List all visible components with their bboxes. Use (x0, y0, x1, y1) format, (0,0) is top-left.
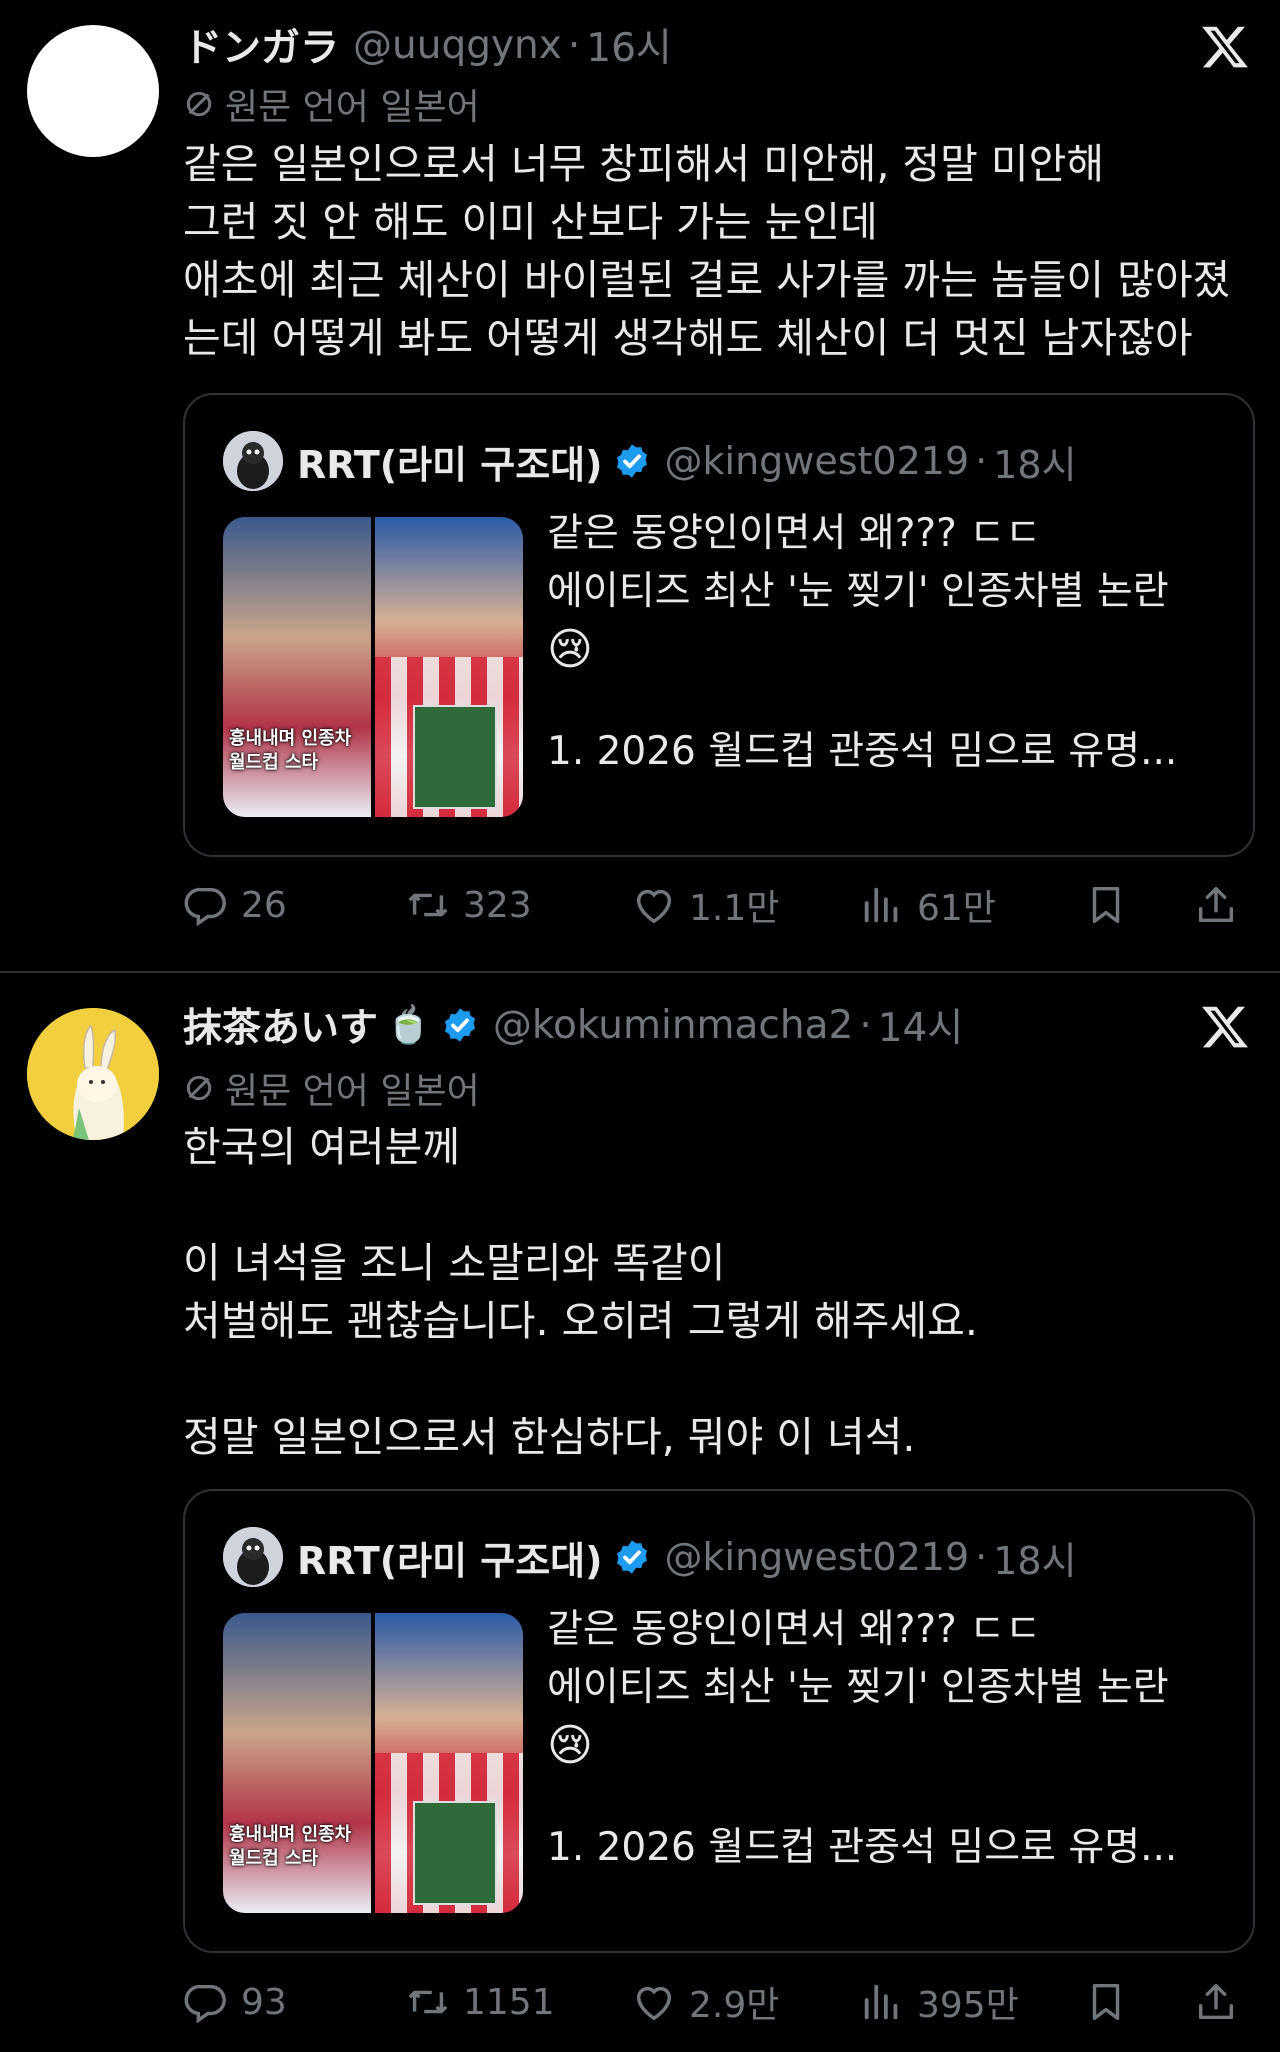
translation-label: 원문 언어 일본어 (225, 1071, 480, 1112)
quote-text-line: 에이티즈 최산 '눈 찢기' 인종차별 논란 (547, 1665, 1169, 1710)
translation-notice[interactable]: 원문 언어 일본어 (183, 1066, 480, 1112)
tweet-header: 抹茶あいす 🍵 @kokuminmacha2 · 14시 (183, 997, 964, 1053)
quote-avatar[interactable] (223, 1527, 283, 1587)
share-button[interactable] (1193, 1972, 1239, 2032)
separator: · (975, 1535, 988, 1579)
retweet-button[interactable]: 1151 (405, 1972, 555, 2032)
thumbnail-caption: 흉내내며 인종차 월드컵 스타 (229, 1823, 369, 1871)
tweet-text: 한국의 여러분께 이 녀석을 조니 소말리와 똑같이 처벌해도 괜찮습니다. 오… (183, 1118, 1253, 1466)
tweet-text-line: 정말 일본인으로서 한심하다, 뭐야 이 녀석. (183, 1413, 916, 1461)
tweet[interactable]: 抹茶あいす 🍵 @kokuminmacha2 · 14시 원문 언어 일본어 한… (0, 0, 1280, 2052)
thumbnail-caption-line: 흉내내며 인종차 (229, 1824, 352, 1845)
quote-text: 같은 동양인이면서 왜??? ㄷㄷ 에이티즈 최산 '눈 찢기' 인종차별 논란… (547, 1601, 1227, 1870)
like-button[interactable]: 2.9만 (631, 1972, 779, 2032)
like-icon (636, 1986, 672, 2021)
separator: · (859, 1002, 872, 1048)
quote-text-line: 같은 동양인이면서 왜??? ㄷㄷ (547, 1607, 1041, 1652)
view-count: 395만 (917, 1985, 1019, 2026)
retweet-icon (408, 1990, 448, 2014)
avatar[interactable] (27, 1008, 159, 1140)
reply-button[interactable]: 93 (183, 1972, 287, 2032)
verified-icon (444, 1008, 475, 1042)
quote-summary: 1. 2026 월드컵 관중석 밈으로 유명... (547, 1825, 1178, 1870)
matcha-tea-emoji: 🍵 (386, 1005, 431, 1046)
quoted-tweet[interactable]: RRT(라미 구조대) @kingwest0219 · 18시 흉내내며 인종차… (183, 1489, 1255, 1953)
quote-thumbnail[interactable]: 흉내내며 인종차 월드컵 스타 (223, 1613, 523, 1913)
tweet-text-line: 처벌해도 괜찮습니다. 오히려 그렇게 해주세요. (183, 1297, 978, 1345)
quote-author-handle[interactable]: @kingwest0219 (665, 1535, 970, 1579)
like-count: 2.9만 (689, 1985, 780, 2026)
author-name[interactable]: 抹茶あいす (183, 997, 378, 1053)
thumbnail-inset-photo (413, 1801, 497, 1905)
tweet-text-blank-line (183, 1176, 1253, 1234)
views-button[interactable]: 395만 (859, 1972, 1019, 2032)
action-bar: 93 1151 2.9만 395만 (183, 1972, 1253, 2032)
tweet-text-line: 이 녀석을 조니 소말리와 똑같이 (183, 1239, 726, 1287)
reply-count: 93 (241, 1981, 287, 2023)
verified-icon (616, 1540, 647, 1574)
translate-icon (186, 1075, 212, 1101)
tweet-text-blank-line (183, 1350, 1253, 1408)
retweet-count: 1151 (463, 1981, 555, 2023)
avatar-image (27, 1008, 159, 1140)
quote-header: RRT(라미 구조대) @kingwest0219 · 18시 (297, 1529, 1077, 1585)
bookmark-button[interactable] (1083, 1972, 1129, 2032)
bookmark-icon (1092, 1983, 1120, 2021)
thumbnail-caption-line: 월드컵 스타 (229, 1848, 319, 1869)
reply-icon (184, 1984, 226, 2024)
quote-avatar-image (223, 1527, 283, 1587)
author-handle[interactable]: @kokuminmacha2 (493, 1003, 853, 1048)
crying-face-emoji: 😢 (547, 1720, 593, 1771)
timestamp[interactable]: 14시 (878, 997, 964, 1053)
views-icon (864, 1984, 898, 2020)
quote-timestamp[interactable]: 18시 (993, 1530, 1076, 1585)
quote-author-name[interactable]: RRT(라미 구조대) (297, 1530, 603, 1585)
tweet-text-line: 한국의 여러분께 (183, 1123, 461, 1171)
x-logo-icon (1202, 1006, 1248, 1048)
share-icon (1198, 1983, 1234, 2020)
thumbnail-divider (371, 1613, 375, 1913)
